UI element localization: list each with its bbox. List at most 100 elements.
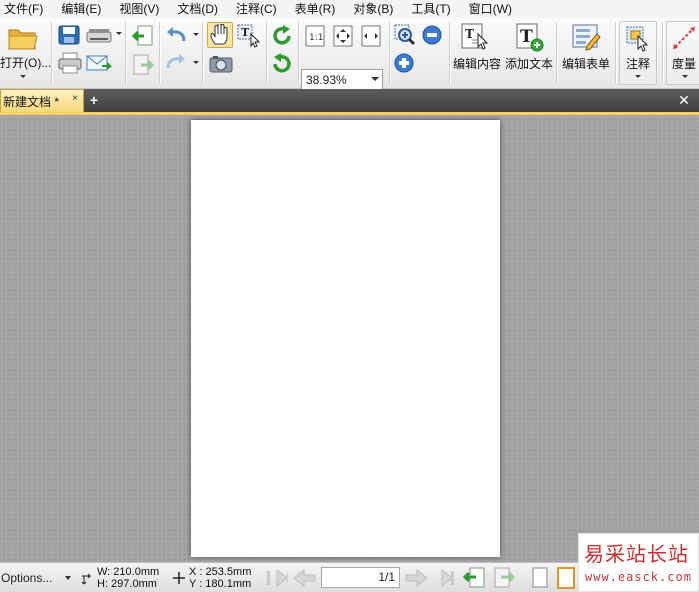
measure-label: 度量 [672,57,697,71]
printer-icon [58,52,82,74]
document-tab-title: 新建文档 * [3,95,60,109]
first-page-icon[interactable] [265,568,291,588]
rotate-left-icon [273,25,291,45]
snapshot-button[interactable] [207,52,235,76]
comment-label: 注释 [626,57,651,71]
undo-button[interactable] [163,24,189,46]
page-size-icon [81,573,92,585]
close-tab-icon[interactable]: × [72,93,78,104]
menu-edit[interactable]: 编辑(E) [57,0,105,18]
measure-icon [673,27,695,49]
zoom-out-icon [422,25,442,45]
options-label: Options... [1,571,53,585]
camera-icon [209,56,233,73]
redo-button[interactable] [163,51,189,73]
fit-width-button[interactable] [359,24,383,48]
cursor-x: X : 253.5mm [189,566,252,578]
scanner-icon [86,29,112,43]
scan-button[interactable] [85,24,113,46]
rotate-right-button[interactable] [269,51,295,77]
pdf-page[interactable] [191,120,500,557]
zoom-in-button[interactable] [392,51,416,75]
menu-object[interactable]: 对象(B) [349,0,397,18]
svg-text:T: T [241,26,250,39]
rotate-left-button[interactable] [269,23,295,49]
next-page-icon[interactable] [403,568,429,588]
continuous-view-icon[interactable] [555,566,577,590]
svg-text:1:1: 1:1 [309,33,323,43]
zoom-area-icon [394,24,416,46]
select-text-icon: T [237,24,261,48]
fit-page-button[interactable] [331,24,355,48]
previous-page-icon[interactable] [292,568,318,588]
select-text-button[interactable]: T [236,23,262,49]
page-number-input[interactable]: 1/1 [321,567,400,588]
edit-content-label: 编辑内容 [453,57,502,71]
print-button[interactable] [57,51,83,75]
open-dropdown-arrow[interactable] [20,75,26,78]
actual-size-button[interactable]: 1:1 [303,24,327,48]
crosshair-icon [173,572,185,584]
add-text-button[interactable]: T [513,21,545,53]
comment-dropdown-arrow[interactable] [635,75,641,78]
export-button[interactable] [131,53,155,77]
edit-form-label: 编辑表单 [562,57,611,71]
redo-dropdown-arrow[interactable] [193,61,199,64]
save-button[interactable] [57,24,81,46]
cursor-y: Y : 180.1mm [189,578,252,590]
document-workspace[interactable] [0,115,699,562]
edit-content-button[interactable]: T [459,21,491,53]
envelope-icon [86,55,112,71]
go-forward-icon[interactable] [492,566,516,590]
page-width: W: 210.0mm [97,566,160,578]
close-all-icon[interactable]: ✕ [677,93,691,107]
scan-dropdown-arrow[interactable] [116,32,122,35]
zoom-out-button[interactable] [420,23,444,47]
add-text-icon: T [516,23,544,52]
menu-tools[interactable]: 工具(T) [407,0,454,18]
menu-document[interactable]: 文档(D) [173,0,222,18]
watermark-text: 易采站长站 [584,542,689,566]
go-back-icon[interactable] [463,566,487,590]
measure-dropdown-arrow[interactable] [682,75,688,78]
measure-button[interactable] [669,23,699,53]
zoom-in-icon [394,53,414,73]
menu-comment[interactable]: 注释(C) [232,0,281,18]
main-toolbar: 打开(O)... T 1:1 38.93% T 编辑内容 T 添加文本 编辑表单… [0,18,699,90]
menu-window[interactable]: 窗口(W) [465,0,516,18]
menu-bar: 文件(F) 编辑(E) 视图(V) 文档(D) 注释(C) 表单(R) 对象(B… [0,0,699,18]
rotate-right-icon [273,53,291,73]
zoom-area-button[interactable] [393,23,417,47]
single-page-view-icon[interactable] [529,566,551,590]
last-page-icon[interactable] [430,568,456,588]
undo-icon [167,27,186,42]
import-button[interactable] [131,24,155,48]
document-tab-strip: 新建文档 * × + ✕ [0,89,699,113]
fit-page-icon [333,25,353,47]
zoom-select[interactable]: 38.93% [301,69,383,90]
menu-file[interactable]: 文件(F) [0,0,47,18]
menu-view[interactable]: 视图(V) [115,0,163,18]
document-tab[interactable]: 新建文档 * × [0,89,84,113]
hand-icon [210,24,228,45]
watermark-url: www.easck.com [585,570,692,584]
zoom-value: 38.93% [306,72,347,87]
options-button[interactable]: Options... [0,569,74,587]
folder-icon [8,29,38,50]
options-dropdown-arrow[interactable] [65,576,71,580]
open-button[interactable] [6,23,40,53]
save-icon [58,25,80,45]
menu-form[interactable]: 表单(R) [291,0,340,18]
open-label: 打开(O)... [0,56,52,70]
zoom-dropdown-arrow[interactable] [371,77,379,81]
watermark-logo: 易采站长站 www.easck.com [578,533,699,592]
email-button[interactable] [85,51,113,75]
hand-tool-button[interactable] [207,22,233,48]
actual-size-icon: 1:1 [305,25,325,47]
new-tab-button[interactable]: + [87,93,101,107]
import-page-icon [132,25,153,46]
comment-button[interactable] [622,23,654,53]
edit-form-button[interactable] [570,21,602,53]
add-text-label: 添加文本 [505,57,554,71]
undo-dropdown-arrow[interactable] [193,33,199,36]
